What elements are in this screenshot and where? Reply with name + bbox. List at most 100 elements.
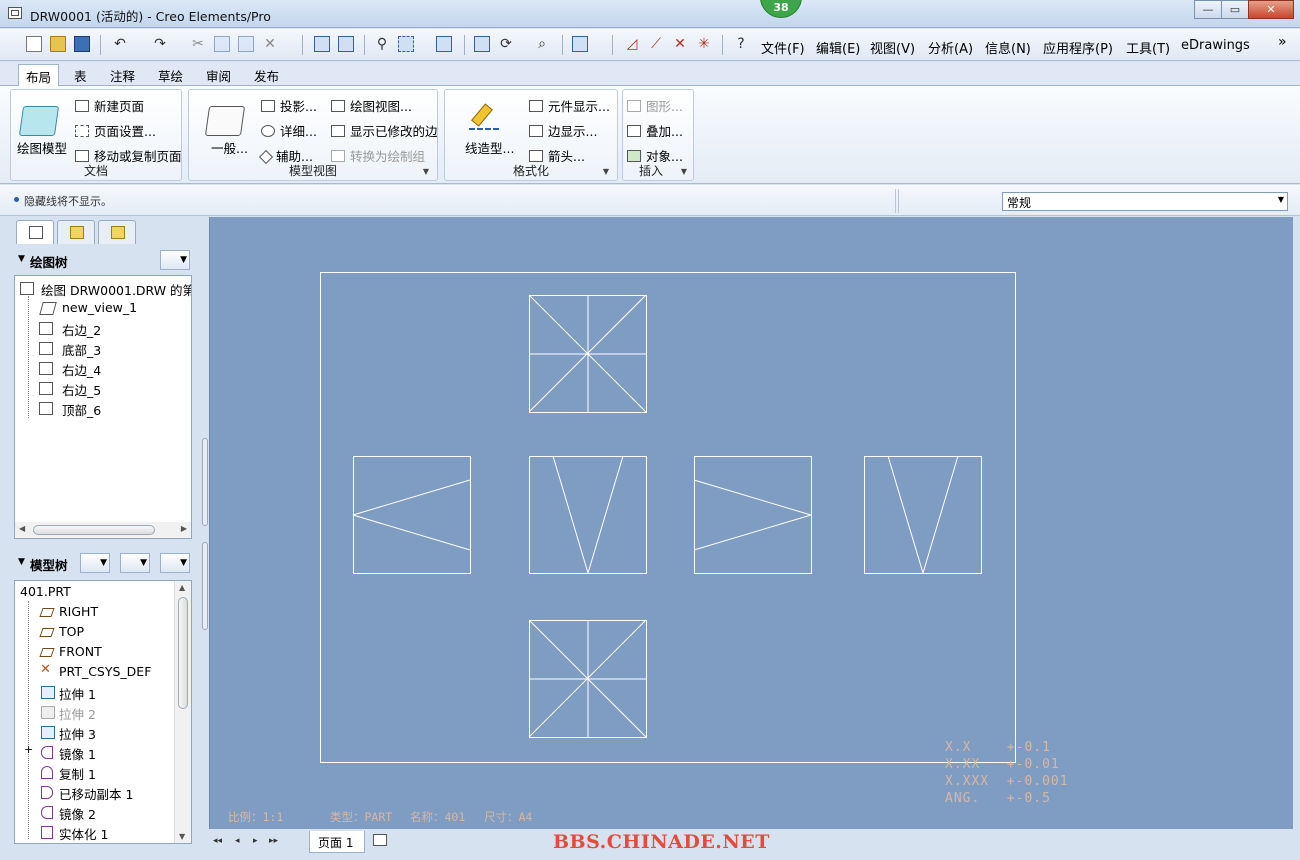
model-tree-header: ▼ 模型树 ▼ ▼ ▼ [14,551,196,575]
datum-points-icon[interactable]: ✕ [672,36,688,52]
menu-tools[interactable]: 工具(T) [1126,38,1170,57]
show-modified-edges-button[interactable]: 显示已修改的边 [331,121,438,140]
graph-icon [627,100,641,112]
page-tab-1[interactable]: 页面 1 [309,831,365,853]
collapse-arrow-icon[interactable]: ▼ [18,254,25,264]
detailed-button[interactable]: 详细... [261,121,317,140]
menu-applications[interactable]: 应用程序(P) [1043,38,1113,57]
reorient-icon[interactable]: ⟳ [498,36,514,52]
new-page-button[interactable]: 新建页面 [75,96,144,115]
view-manager-icon[interactable] [436,36,452,52]
selection-filter-dropdown[interactable]: 常规 ▼ [1002,192,1288,211]
paste-icon[interactable] [238,36,254,52]
overlay-button[interactable]: 叠加... [627,121,683,140]
group-label-model-views: 模型视图 [288,164,337,178]
first-page-button[interactable]: ◂◂ [213,836,222,846]
tab-table[interactable]: 表 [74,66,87,85]
model-views-expand-icon[interactable]: ▼ [423,167,429,176]
next-page-button[interactable]: ▸ [253,836,258,846]
graph-button[interactable]: 图形... [627,96,683,115]
tree-icon[interactable] [338,36,354,52]
model-tree-tools-button[interactable]: ▼ [120,553,150,573]
scroll-right-icon[interactable]: ▶ [181,524,187,533]
format-expand-icon[interactable]: ▼ [603,167,609,176]
save-icon[interactable] [74,36,90,52]
tab-review[interactable]: 审阅 [206,66,231,85]
folder-icon [70,226,84,239]
sheet-scale: 比例：1:1 [228,810,284,824]
insert-expand-icon[interactable]: ▼ [681,167,687,176]
last-page-button[interactable]: ▸▸ [269,836,278,846]
coordinate-systems-icon[interactable]: ✳ [696,36,712,52]
tab-folder-browser[interactable] [57,220,95,244]
scroll-left-icon[interactable]: ◀ [19,524,25,533]
tab-publish[interactable]: 发布 [254,66,279,85]
open-folder-icon[interactable] [50,36,66,52]
tab-annotate[interactable]: 注释 [110,66,135,85]
drawing-tree-hscrollbar[interactable]: ◀ ▶ [14,522,192,539]
splitter-grip[interactable] [202,542,208,630]
tree-icon [29,226,43,239]
collapse-arrow-icon[interactable]: ▼ [18,557,25,567]
scroll-down-icon[interactable]: ▼ [179,832,185,841]
select-box-icon[interactable] [398,36,414,52]
scrollbar-thumb[interactable] [33,525,155,535]
sheet-size: 尺寸：A4 [484,810,533,824]
extrude-icon [41,726,55,739]
model-tree-vscrollbar[interactable]: ▲ ▼ [174,581,191,843]
model-tree-filter-button[interactable]: ▼ [80,553,110,573]
datum-axes-icon[interactable]: ⟋ [648,36,664,52]
menu-info[interactable]: 信息(N) [985,38,1031,57]
tab-favorites[interactable] [98,220,136,244]
minimize-button[interactable]: — [1194,0,1222,19]
projection-button[interactable]: 投影... [261,96,317,115]
toolbar-overflow-button[interactable]: » [1278,34,1287,50]
cut-icon[interactable]: ✂ [190,36,206,52]
drawing-view-button[interactable]: 绘图视图... [331,96,412,115]
drawing-model-button[interactable]: 绘图模型 [17,138,67,157]
scroll-up-icon[interactable]: ▲ [179,583,185,592]
previous-page-button[interactable]: ◂ [235,836,240,846]
maximize-button[interactable]: ▭ [1221,0,1249,19]
component-display-button[interactable]: 元件显示... [529,96,610,115]
help-icon[interactable]: ? [733,36,749,52]
edge-display-icon [529,125,543,137]
view-icon [39,302,57,315]
tab-sketch[interactable]: 草绘 [158,66,183,85]
tab-model-tree[interactable] [16,220,54,244]
panel-splitter[interactable] [201,216,209,860]
solidify-icon [41,826,53,839]
new-file-icon[interactable] [26,36,42,52]
close-button[interactable]: ✕ [1248,0,1294,19]
line-style-button[interactable]: 线造型... [465,138,514,157]
ribbon: 绘图模型 新建页面 页面设置... 移动或复制页面 文档 一般... 投影...… [0,86,1300,184]
redo-icon[interactable]: ↷ [152,36,168,52]
layers-icon[interactable] [314,36,330,52]
splitter-grip[interactable] [202,438,208,526]
menu-edrawings[interactable]: eDrawings [1181,38,1250,53]
display-style-icon[interactable] [572,36,588,52]
page-setup-button[interactable]: 页面设置... [75,121,156,140]
datum-planes-icon[interactable]: ◿ [624,36,640,52]
drawing-tree-settings-button[interactable]: ▼ [160,250,190,270]
zoom-icon[interactable]: ⌕ [534,36,550,52]
scrollbar-thumb[interactable] [178,597,188,709]
repaint-icon[interactable] [474,36,490,52]
general-view-button[interactable]: 一般... [211,138,248,157]
message-text: 隐藏线将不显示。 [24,195,112,208]
binoculars-icon[interactable]: ⚲ [374,36,390,52]
copy-icon[interactable] [214,36,230,52]
menu-analysis[interactable]: 分析(A) [928,38,973,57]
drawing-canvas[interactable]: X.X +-0.1 X.XX +-0.01 X.XXX +-0.001 ANG.… [209,217,1293,829]
menu-view[interactable]: 视图(V) [870,38,915,57]
projection-view-icon [39,382,53,395]
undo-icon[interactable]: ↶ [112,36,128,52]
menu-edit[interactable]: 编辑(E) [816,38,860,57]
new-page-icon[interactable] [373,834,387,846]
ribbon-tabs: 布局 表 注释 草绘 审阅 发布 [0,62,1300,89]
model-tree-settings-button[interactable]: ▼ [160,553,190,573]
expand-icon[interactable]: + [24,743,33,756]
edge-display-button[interactable]: 边显示... [529,121,597,140]
delete-icon[interactable]: ✕ [262,36,278,52]
menu-file[interactable]: 文件(F) [761,38,805,57]
